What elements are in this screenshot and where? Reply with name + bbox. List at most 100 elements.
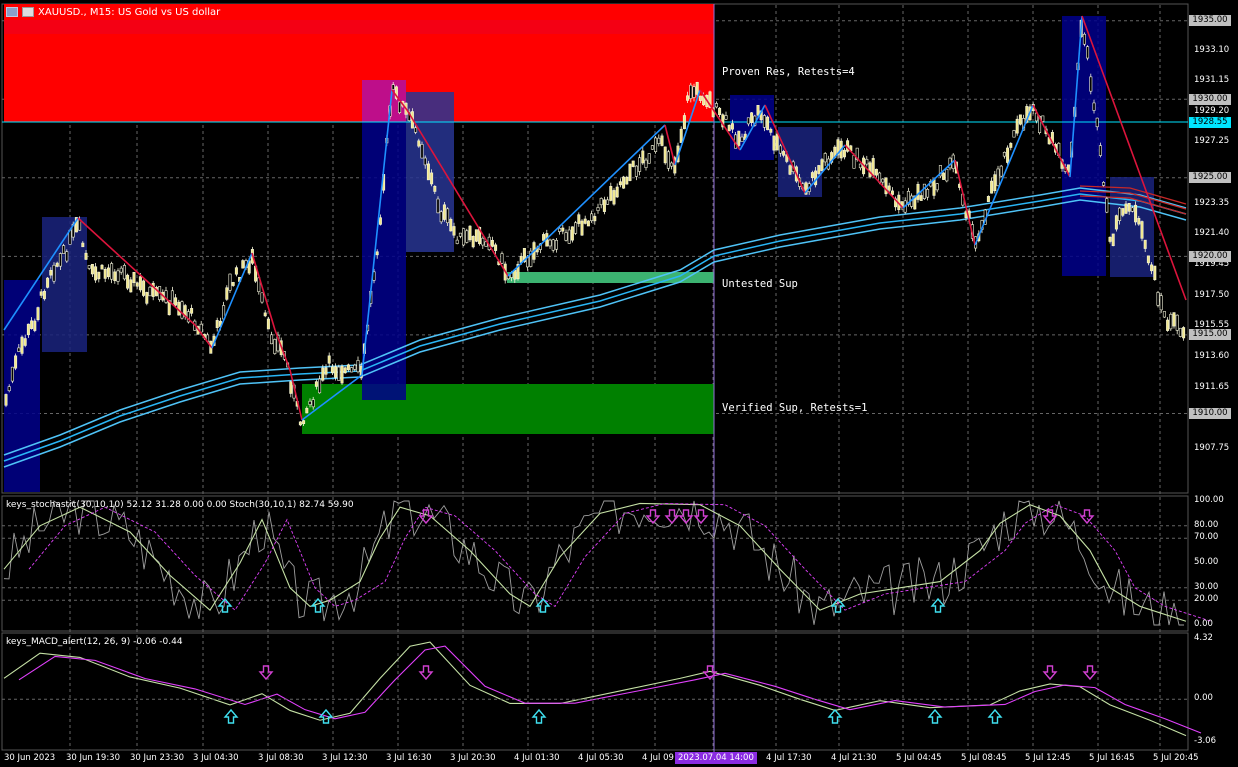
candle-body bbox=[606, 199, 610, 205]
candle-body bbox=[561, 227, 565, 232]
candle-body bbox=[778, 145, 782, 154]
macd-sell-arrow-icon bbox=[1042, 665, 1058, 681]
price-tick-label: 1929.20 bbox=[1194, 105, 1230, 116]
candle-body bbox=[916, 184, 920, 200]
time-tick-label: 3 Jul 04:30 bbox=[193, 753, 239, 763]
symbol-flag-icon bbox=[22, 7, 34, 17]
candle-body bbox=[228, 273, 232, 291]
candle-body bbox=[714, 103, 718, 108]
candle-body bbox=[49, 270, 53, 276]
candle-body bbox=[689, 84, 693, 99]
stoch-sell-arrow-icon bbox=[1079, 509, 1095, 525]
zigzag-segment bbox=[251, 252, 276, 331]
candle-body bbox=[814, 170, 818, 186]
candle-body bbox=[858, 163, 862, 169]
candle-body bbox=[644, 159, 648, 168]
time-tick-label: 5 Jul 16:45 bbox=[1089, 753, 1135, 763]
candle-body bbox=[65, 251, 69, 262]
time-cursor-label: 2023.07.04 14:00 bbox=[675, 752, 757, 764]
candle-body bbox=[782, 151, 786, 156]
price-tick-label: 1907.75 bbox=[1194, 442, 1230, 453]
candle-body bbox=[234, 267, 238, 275]
candle-body bbox=[737, 130, 741, 146]
stoch-sell-arrow-icon bbox=[664, 509, 680, 525]
candle-body bbox=[788, 165, 792, 175]
zigzag-segment bbox=[844, 144, 904, 209]
verified-support-label: Verified Sup, Retests=1 bbox=[722, 402, 868, 414]
candle-body bbox=[660, 135, 664, 146]
stoch-signal-line bbox=[28, 503, 1212, 622]
candle-body bbox=[90, 263, 94, 275]
stochastic-title: keys_stochastic(30,10,10) 52.12 31.28 0.… bbox=[6, 500, 354, 510]
candle-body bbox=[990, 180, 994, 194]
candle-body bbox=[551, 239, 555, 251]
candle-body bbox=[20, 336, 24, 354]
candle-body bbox=[1140, 221, 1144, 239]
candle-body bbox=[94, 266, 98, 281]
candle-body bbox=[650, 145, 654, 150]
candle-body bbox=[164, 290, 168, 303]
candle-body bbox=[1015, 118, 1019, 134]
candle-body bbox=[289, 381, 293, 394]
chart-menu-icon[interactable] bbox=[6, 7, 18, 17]
candle-body bbox=[935, 183, 939, 191]
candle-body bbox=[1162, 311, 1166, 318]
candle-body bbox=[350, 367, 354, 373]
macd-sell-arrow-icon bbox=[258, 665, 274, 681]
chart-canvas[interactable] bbox=[0, 0, 1238, 767]
candle-body bbox=[1012, 130, 1016, 138]
candle-body bbox=[391, 84, 395, 90]
candle-body bbox=[414, 127, 418, 133]
candle-body bbox=[305, 408, 309, 414]
price-tick-label: 1921.40 bbox=[1194, 228, 1230, 239]
candle-body bbox=[113, 271, 117, 281]
stoch-buy-arrow-icon bbox=[930, 597, 946, 613]
candle-body bbox=[436, 198, 440, 214]
candle-body bbox=[1102, 182, 1106, 186]
zigzag-segment bbox=[194, 324, 213, 349]
candle-body bbox=[663, 146, 667, 164]
candle-body bbox=[1111, 233, 1115, 247]
candle-body bbox=[1114, 215, 1118, 230]
time-tick-label: 4 Jul 09 bbox=[642, 753, 674, 763]
candle-body bbox=[628, 163, 632, 181]
candle-body bbox=[1098, 145, 1102, 156]
candle-body bbox=[302, 420, 306, 425]
zigzag-segment bbox=[289, 369, 303, 421]
candle-body bbox=[33, 320, 37, 331]
candle-body bbox=[58, 253, 62, 267]
candle-body bbox=[999, 165, 1003, 177]
candle-body bbox=[4, 394, 8, 406]
candle-body bbox=[103, 268, 107, 279]
candle-body bbox=[631, 160, 635, 167]
macd-sell-arrow-icon bbox=[1082, 665, 1098, 681]
candle-body bbox=[1121, 208, 1125, 216]
candle-body bbox=[1143, 239, 1147, 249]
candle-body bbox=[334, 366, 338, 378]
time-tick-label: 30 Jun 23:30 bbox=[130, 753, 184, 763]
candle-body bbox=[30, 320, 34, 329]
candle-body bbox=[513, 269, 517, 280]
candle-body bbox=[871, 158, 875, 176]
candle-body bbox=[730, 123, 734, 130]
candle-body bbox=[1146, 255, 1150, 264]
candle-body bbox=[810, 172, 814, 179]
candle-body bbox=[36, 307, 40, 320]
zigzag-segment bbox=[954, 159, 976, 246]
candle-body bbox=[698, 95, 702, 101]
candle-body bbox=[842, 149, 846, 158]
candle-body bbox=[1006, 147, 1010, 163]
candle-body bbox=[641, 150, 645, 164]
untested-support-label: Untested Sup bbox=[722, 278, 798, 290]
candle-body bbox=[558, 227, 562, 232]
candle-body bbox=[1105, 198, 1109, 213]
time-tick-label: 3 Jul 08:30 bbox=[258, 753, 304, 763]
candle-body bbox=[820, 159, 824, 171]
candle-body bbox=[449, 218, 453, 232]
candle-body bbox=[657, 137, 661, 144]
candle-body bbox=[634, 165, 638, 177]
stoch-tick-label: 20.00 bbox=[1194, 594, 1219, 605]
candle-body bbox=[474, 229, 478, 242]
time-tick-label: 3 Jul 16:30 bbox=[386, 753, 432, 763]
candle-body bbox=[1089, 76, 1093, 92]
